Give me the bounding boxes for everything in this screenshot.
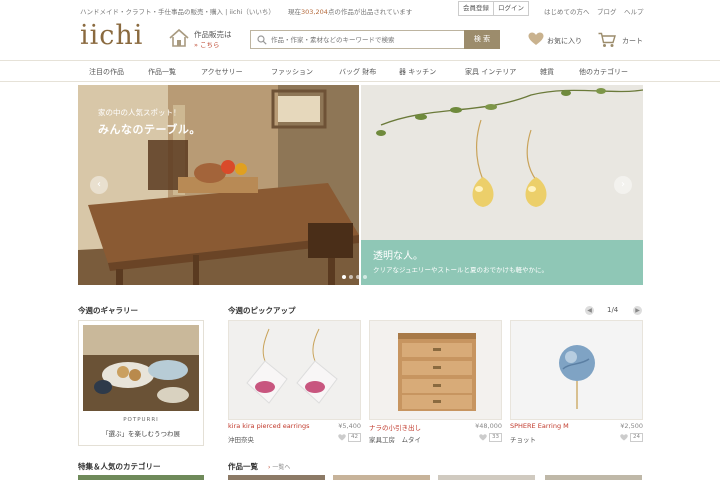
- pickup-title: 今週のピックアップ: [228, 306, 296, 315]
- nav-fashion[interactable]: ファッション: [271, 67, 313, 77]
- item-thumb[interactable]: [545, 475, 642, 480]
- search-icon: [257, 35, 267, 45]
- heart-icon[interactable]: [338, 434, 346, 441]
- item-count: 現在303,204点の作品が出品されています: [288, 8, 413, 16]
- nav-goods[interactable]: 雑貨: [540, 67, 554, 77]
- listing-title: 作品一覧: [228, 462, 258, 471]
- nav-featured[interactable]: 注目の作品: [89, 67, 124, 77]
- hero-slide-table[interactable]: 家の中の人気スポット！ みんなのテーブル。: [78, 85, 359, 285]
- hero-carousel: 家の中の人気スポット！ みんなのテーブル。 透明な人。 クリアなジュエリーやスト…: [78, 85, 643, 285]
- product-maker[interactable]: 沖田奈央: [228, 434, 254, 444]
- like-count: 33: [489, 433, 502, 442]
- category-thumb[interactable]: [78, 475, 204, 480]
- pager-page: 1/4: [607, 306, 619, 314]
- gallery-title: 今週のギャラリー: [78, 306, 138, 315]
- nav-furniture[interactable]: 家具 インテリア: [465, 67, 516, 77]
- see-all-link[interactable]: › 一覧へ: [268, 462, 290, 471]
- slide2-subtitle: クリアなジュエリーやストールと夏のおでかけも軽やかに。: [373, 266, 549, 274]
- carousel-dot[interactable]: [363, 275, 367, 279]
- product-name[interactable]: ナラの小引き出し: [369, 422, 421, 432]
- item-thumb[interactable]: [333, 475, 430, 480]
- like-counter: 24: [615, 433, 643, 442]
- register-button[interactable]: 会員登録: [458, 1, 494, 16]
- nav-all-items[interactable]: 作品一覧: [148, 67, 176, 77]
- product-price: ¥2,500: [620, 422, 643, 430]
- hero-next-arrow[interactable]: ›: [614, 176, 632, 194]
- product-name[interactable]: SPHERE Earring M: [510, 422, 569, 430]
- help-link[interactable]: ヘルプ: [624, 6, 644, 16]
- blog-link[interactable]: ブログ: [597, 6, 617, 16]
- item-count-value: 303,204: [301, 8, 328, 16]
- item-thumb[interactable]: [228, 475, 325, 480]
- pickup-card[interactable]: ナラの小引き出し ¥48,000 家具工房 ムタイ 33: [369, 320, 502, 446]
- slide1-title: みんなのテーブル。: [98, 123, 201, 136]
- product-price: ¥5,400: [338, 422, 361, 430]
- sell-line1: 作品販売は: [194, 30, 232, 39]
- nav-accessories[interactable]: アクセサリー: [201, 67, 243, 77]
- nav-bags[interactable]: バッグ 財布: [339, 67, 376, 77]
- sell-line2: » こちら: [194, 41, 220, 49]
- favorites-label: お気に入り: [547, 37, 582, 45]
- product-name[interactable]: kira kira pierced earrings: [228, 422, 309, 430]
- site-logo[interactable]: iichi: [80, 20, 143, 51]
- category-nav: 注目の作品 作品一覧 アクセサリー ファッション バッグ 財布 器 キッチン 家…: [0, 60, 720, 82]
- featured-title: 特集＆人気のカテゴリー: [78, 462, 161, 471]
- beginners-link[interactable]: はじめての方へ: [544, 6, 590, 16]
- gallery-brand: POTPURRI: [123, 417, 159, 423]
- gallery-card[interactable]: POTPURRI 「選ぶ」を楽しむうつわ展: [78, 320, 204, 446]
- item-thumb[interactable]: [438, 475, 535, 480]
- slide1-kicker: 家の中の人気スポット！: [98, 108, 181, 117]
- top-strip: ハンドメイド・クラフト・手仕事品の販売・購入 | iichi（いいち） 現在30…: [0, 0, 720, 20]
- sell-text: 作品販売は » こちら: [194, 30, 232, 50]
- search-input[interactable]: [271, 32, 461, 47]
- pickup-pager: ◀ 1/4 ▶: [585, 305, 643, 317]
- carousel-dot[interactable]: [342, 275, 346, 279]
- product-image: [228, 320, 361, 420]
- gallery-image: [83, 325, 199, 411]
- heart-icon[interactable]: [620, 434, 628, 441]
- carousel-dot[interactable]: [349, 275, 353, 279]
- search-box: 検 索: [250, 30, 500, 49]
- pager-next-button[interactable]: ▶: [633, 306, 642, 315]
- slide2-title: 透明な人。: [373, 251, 423, 262]
- like-count: 42: [348, 433, 361, 442]
- pickup-card[interactable]: kira kira pierced earrings ¥5,400 沖田奈央 4…: [228, 320, 361, 446]
- product-image: [369, 320, 502, 420]
- cart-label: カート: [622, 37, 643, 45]
- pickup-card[interactable]: SPHERE Earring M ¥2,500 チョット 24: [510, 320, 643, 446]
- like-counter: 33: [474, 433, 502, 442]
- nav-kitchen[interactable]: 器 キッチン: [399, 67, 436, 77]
- nav-other[interactable]: 他のカテゴリー: [579, 67, 628, 77]
- like-counter: 42: [333, 433, 361, 442]
- product-maker[interactable]: チョット: [510, 434, 536, 444]
- house-icon: [169, 28, 189, 47]
- product-price: ¥48,000: [475, 422, 502, 430]
- carousel-dot[interactable]: [356, 275, 360, 279]
- search-button[interactable]: 検 索: [464, 30, 500, 49]
- product-maker[interactable]: 家具工房 ムタイ: [369, 434, 421, 444]
- login-button[interactable]: ログイン: [493, 1, 529, 16]
- hero-prev-arrow[interactable]: ‹: [90, 176, 108, 194]
- cart-icon: [598, 32, 616, 47]
- hero-slide-jewelry[interactable]: 透明な人。 クリアなジュエリーやストールと夏のおでかけも軽やかに。: [361, 85, 643, 285]
- heart-icon[interactable]: [479, 434, 487, 441]
- slide2-caption-band: 透明な人。 クリアなジュエリーやストールと夏のおでかけも軽やかに。: [361, 240, 643, 285]
- product-image: [510, 320, 643, 420]
- heart-icon: [528, 32, 544, 45]
- pager-prev-button[interactable]: ◀: [585, 306, 594, 315]
- site-tagline: ハンドメイド・クラフト・手仕事品の販売・購入 | iichi（いいち）: [80, 8, 275, 16]
- gallery-caption: 「選ぶ」を楽しむうつわ展: [102, 430, 180, 438]
- like-count: 24: [630, 433, 643, 442]
